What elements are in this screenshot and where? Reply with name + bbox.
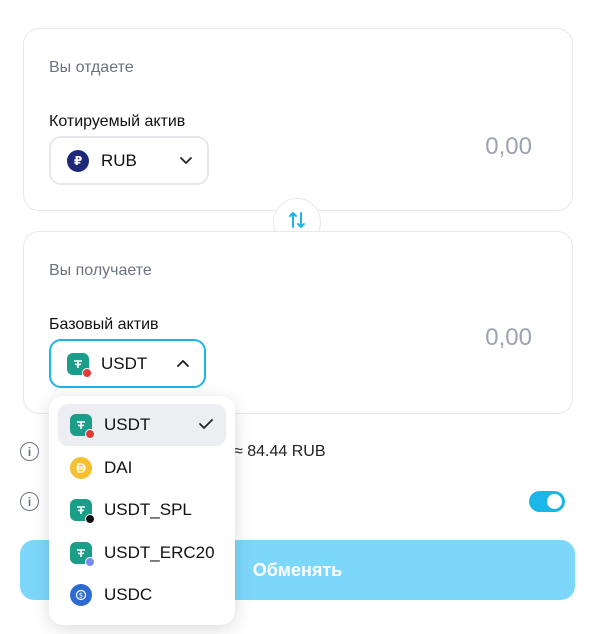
toggle-knob — [547, 494, 562, 509]
exchange-rate: ≈ 84.44 RUB — [234, 443, 326, 460]
asset-dropdown-menu: USDT DAI USDT_SPL USDT_ERC20 $ USDC — [49, 396, 235, 625]
option-info-row: i — [20, 492, 39, 511]
chevron-up-icon — [176, 359, 190, 368]
rub-icon: ₽ — [67, 149, 89, 172]
dropdown-item-usdc[interactable]: $ USDC — [58, 574, 226, 616]
usdt-icon — [67, 352, 92, 378]
dropdown-item-usdt[interactable]: USDT — [58, 404, 226, 446]
dai-icon — [70, 456, 92, 479]
quote-asset-select[interactable]: ₽ RUB — [49, 136, 209, 185]
base-asset-label: Базовый актив — [49, 316, 159, 333]
give-card: Вы отдаете Котируемый актив ₽ RUB 0,00 — [23, 28, 573, 211]
quote-asset-value: RUB — [101, 150, 137, 170]
info-icon[interactable]: i — [20, 442, 39, 461]
quote-asset-label: Котируемый актив — [49, 113, 186, 130]
base-asset-value: USDT — [101, 353, 148, 373]
dropdown-item-dai[interactable]: DAI — [58, 447, 226, 489]
chevron-down-icon — [179, 156, 193, 165]
usdt-icon — [70, 414, 95, 439]
dropdown-item-usdt-spl[interactable]: USDT_SPL — [58, 489, 226, 531]
dropdown-item-label: USDC — [104, 585, 153, 604]
dropdown-item-label: DAI — [104, 457, 133, 477]
receive-card: Вы получаете Базовый актив USDT 0,00 — [23, 231, 573, 414]
svg-text:$: $ — [79, 592, 83, 600]
give-amount-input[interactable]: 0,00 — [485, 133, 532, 161]
usdt-spl-icon — [70, 499, 95, 524]
dropdown-item-label: USDT — [104, 415, 151, 434]
base-asset-select[interactable]: USDT — [49, 339, 206, 388]
receive-amount-input[interactable]: 0,00 — [485, 324, 532, 352]
option-toggle[interactable] — [529, 491, 565, 512]
info-icon[interactable]: i — [20, 492, 39, 511]
dropdown-item-usdt-erc20[interactable]: USDT_ERC20 — [58, 532, 226, 574]
give-title: Вы отдаете — [49, 59, 134, 76]
check-icon — [198, 415, 214, 435]
receive-title: Вы получаете — [49, 262, 152, 279]
rate-info-row: i — [20, 442, 39, 461]
usdc-icon: $ — [70, 584, 92, 606]
dropdown-item-label: USDT_SPL — [104, 500, 192, 519]
dropdown-item-label: USDT_ERC20 — [104, 542, 215, 562]
usdt-erc20-icon — [70, 541, 95, 567]
